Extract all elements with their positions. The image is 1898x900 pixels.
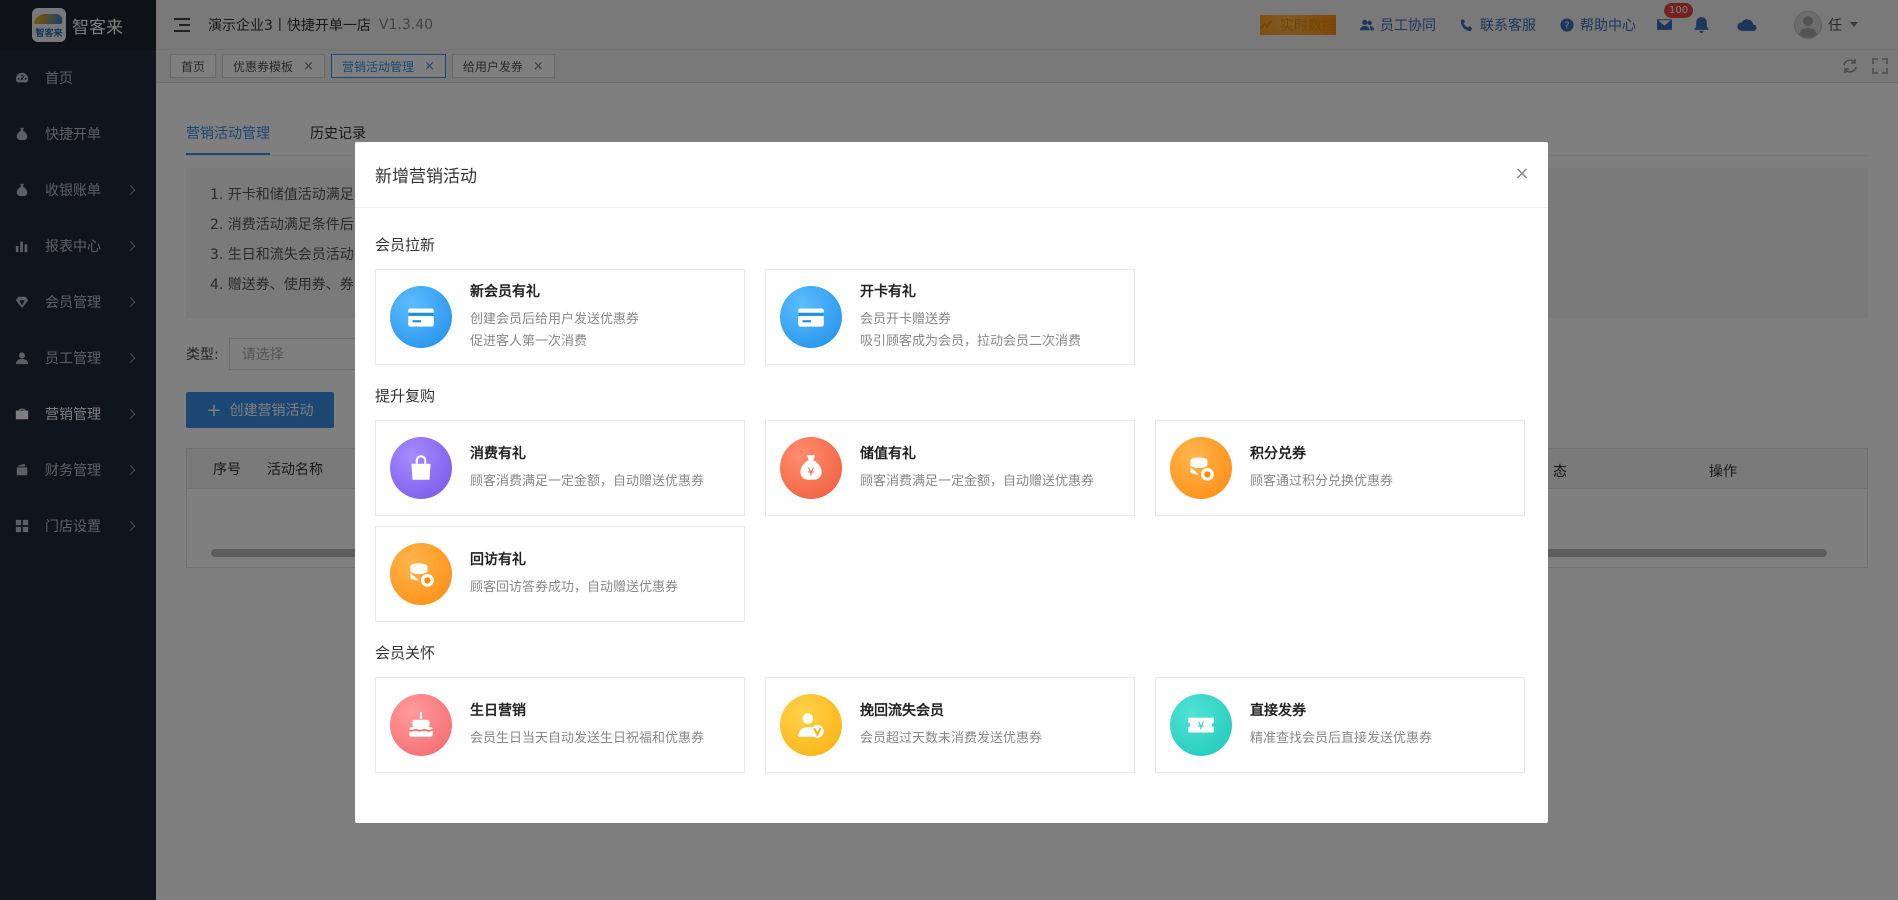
card-title: 生日营销 [470, 703, 526, 719]
card-title: 开卡有礼 [860, 284, 916, 300]
card-desc: 会员开卡赠送券 [860, 312, 952, 327]
new-activity-modal: 新增营销活动 × 会员拉新 新会员有礼 创建会员后给用户发送优惠券 促进客人第一… [355, 142, 1548, 823]
card-title: 积分兑券 [1250, 446, 1306, 462]
card-desc: 会员超过天数未消费发送优惠券 [860, 731, 1043, 746]
vip-user-icon [780, 694, 842, 756]
svg-text:¥: ¥ [1198, 719, 1205, 732]
section-title: 提升复购 [375, 387, 436, 405]
card-desc: 会员生日当天自动发送生日祝福和优惠券 [470, 731, 705, 746]
card-title: 回访有礼 [470, 552, 526, 568]
ticket-icon: ¥ [1170, 694, 1232, 756]
activity-card-consume[interactable]: 消费有礼 顾客消费满足一定金额，自动赠送优惠券 [375, 420, 745, 516]
activity-card-open-card[interactable]: 开卡有礼 会员开卡赠送券 吸引顾客成为会员，拉动会员二次消费 [765, 269, 1135, 365]
card-desc: 促进客人第一次消费 [470, 334, 588, 349]
shopping-bag-icon [390, 437, 452, 499]
activity-card-birthday[interactable]: 生日营销 会员生日当天自动发送生日祝福和优惠券 [375, 677, 745, 773]
activity-card-recharge[interactable]: ¥ 储值有礼 顾客消费满足一定金额，自动赠送优惠券 [765, 420, 1135, 516]
card-desc: 吸引顾客成为会员，拉动会员二次消费 [860, 334, 1082, 349]
section-title: 会员关怀 [375, 644, 436, 662]
cake-icon [390, 694, 452, 756]
card-icon [780, 286, 842, 348]
card-title: 消费有礼 [470, 446, 526, 462]
card-title: 直接发券 [1250, 703, 1306, 719]
svg-text:¥: ¥ [808, 465, 815, 478]
card-desc: 顾客回访答券成功，自动赠送优惠券 [470, 580, 679, 595]
card-desc: 顾客通过积分兑换优惠券 [1250, 474, 1394, 489]
card-desc: 精准查找会员后直接发送优惠券 [1250, 731, 1433, 746]
card-desc: 创建会员后给用户发送优惠券 [470, 312, 640, 327]
card-title: 挽回流失会员 [860, 703, 944, 719]
card-desc: 顾客消费满足一定金额，自动赠送优惠券 [470, 474, 705, 489]
yuan-bag-icon: ¥ [780, 437, 842, 499]
close-icon[interactable]: × [1512, 164, 1532, 184]
section-title: 会员拉新 [375, 236, 436, 254]
coin-stack-icon [1170, 437, 1232, 499]
coin-stack-icon [390, 543, 452, 605]
card-title: 新会员有礼 [470, 284, 540, 300]
modal-title: 新增营销活动 [375, 167, 477, 187]
activity-card-revisit[interactable]: 回访有礼 顾客回访答券成功，自动赠送优惠券 [375, 526, 745, 622]
card-icon [390, 286, 452, 348]
activity-card-direct-send[interactable]: ¥ 直接发券 精准查找会员后直接发送优惠券 [1155, 677, 1525, 773]
activity-card-points-exchange[interactable]: 积分兑券 顾客通过积分兑换优惠券 [1155, 420, 1525, 516]
modal-header: 新增营销活动 × [355, 142, 1548, 208]
activity-card-new-member[interactable]: 新会员有礼 创建会员后给用户发送优惠券 促进客人第一次消费 [375, 269, 745, 365]
card-desc: 顾客消费满足一定金额，自动赠送优惠券 [860, 474, 1095, 489]
card-title: 储值有礼 [860, 446, 916, 462]
activity-card-win-back[interactable]: 挽回流失会员 会员超过天数未消费发送优惠券 [765, 677, 1135, 773]
